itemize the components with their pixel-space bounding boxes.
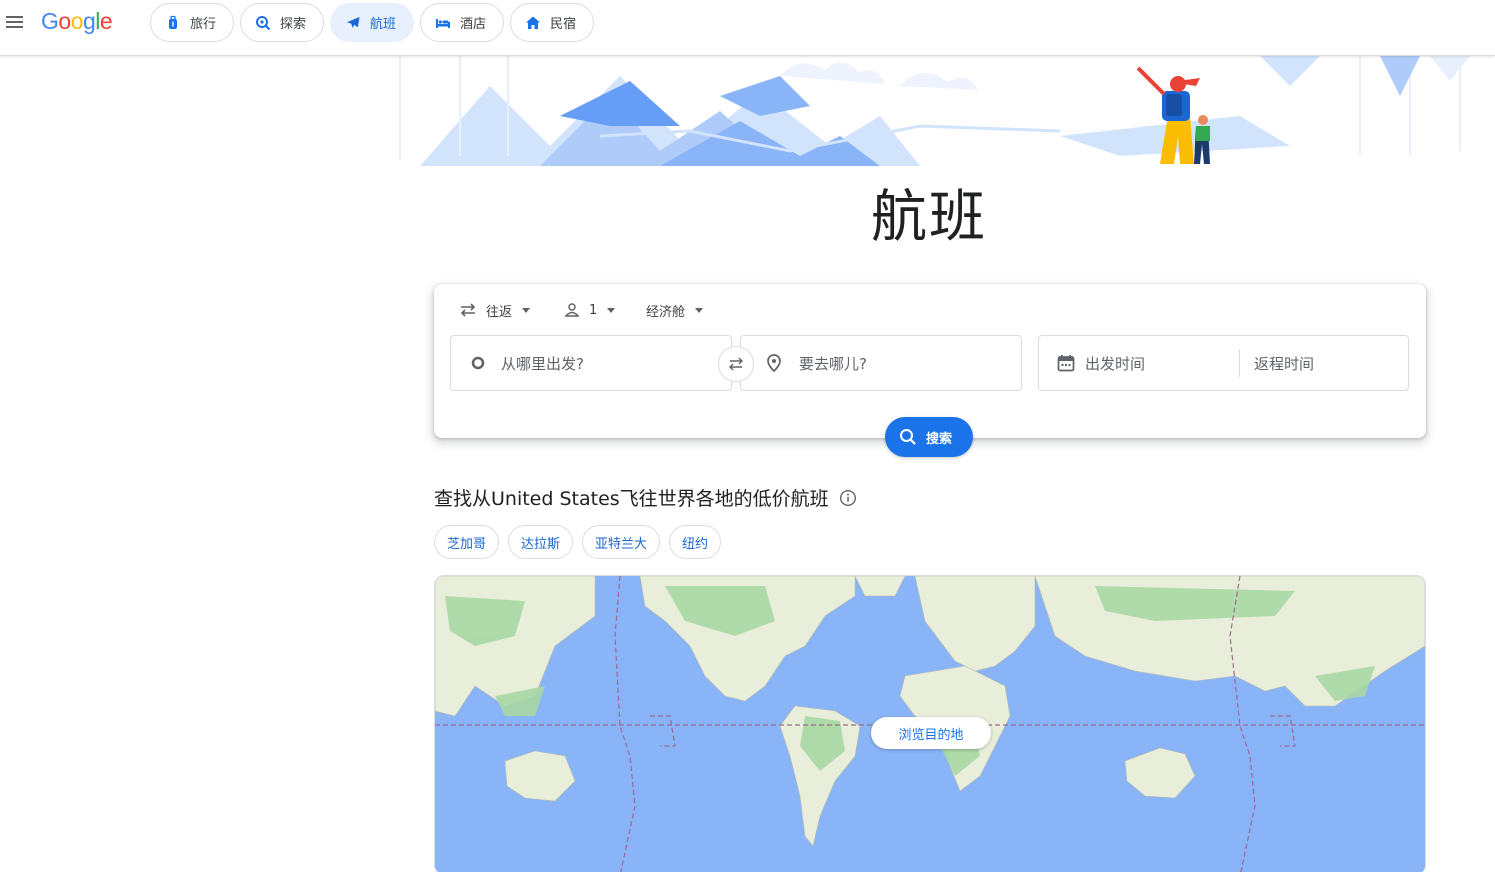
main-menu-icon[interactable] [4,11,26,33]
trip-type-value: 往返 [486,304,513,320]
chevron-down-icon [522,307,531,313]
date-range-input[interactable]: 出发时间 返程时间 [1038,335,1409,391]
city-chip-dallas[interactable]: 达拉斯 [508,525,574,559]
top-app-bar: Google 旅行 探索 航班 酒店 民宿 [0,0,1495,56]
origin-input[interactable]: 从哪里出发? [450,335,732,391]
nav-chip-label: 探索 [280,17,307,32]
bed-icon [436,18,451,28]
passenger-count-select[interactable]: 1 [564,300,616,320]
swap-origin-destination-button[interactable] [718,346,754,382]
explore-section-heading: 查找从United States飞往世界各地的低价航班 [434,484,857,511]
explore-search-icon [256,15,271,30]
calendar-icon [1057,355,1075,372]
google-logo[interactable]: Google [41,8,113,35]
person-icon [564,303,580,317]
passenger-count-value: 1 [589,302,598,318]
nav-chip-travel[interactable]: 旅行 [150,3,235,42]
destination-placeholder: 要去哪儿? [799,354,867,373]
swap-arrows-icon [460,303,476,317]
hero-illustration [399,56,1470,166]
date-field-divider [1239,349,1240,377]
world-map[interactable]: 浏览目的地 [434,575,1426,872]
flight-search-form: 往返 1 经济舱 从哪里出发? 要去哪儿? 出发时间 返程时间 [434,284,1426,438]
nav-chip-vacation-rentals[interactable]: 民宿 [510,3,595,42]
origin-circle-icon [471,356,485,370]
nav-chip-label: 民宿 [550,17,577,32]
search-icon [900,429,916,445]
explore-destinations-button[interactable]: 浏览目的地 [871,717,991,749]
city-chip-atlanta[interactable]: 亚特兰大 [582,525,661,559]
search-button[interactable]: 搜索 [885,417,973,457]
house-icon [526,16,541,29]
cabin-class-select[interactable]: 经济舱 [646,300,704,320]
city-chip-new-york[interactable]: 纽约 [669,525,722,559]
nav-chip-flights[interactable]: 航班 [330,3,415,42]
city-chip-list: 芝加哥 达拉斯 亚特兰大 纽约 [434,525,722,559]
city-chip-chicago[interactable]: 芝加哥 [434,525,500,559]
nav-chip-label: 旅行 [190,17,217,32]
nav-chip-explore[interactable]: 探索 [240,3,325,42]
location-pin-icon [767,354,781,372]
page-title: 航班 [871,185,987,250]
trip-type-select[interactable]: 往返 [459,300,531,320]
airplane-icon [347,16,360,28]
product-nav: 旅行 探索 航班 酒店 民宿 [150,3,595,42]
luggage-icon [169,15,177,29]
explore-section-title: 查找从United States飞往世界各地的低价航班 [434,488,829,510]
cabin-class-value: 经济舱 [646,304,686,320]
nav-chip-hotels[interactable]: 酒店 [420,3,505,42]
search-button-label: 搜索 [926,431,953,447]
info-icon[interactable] [839,489,857,507]
chevron-down-icon [695,307,704,313]
origin-placeholder: 从哪里出发? [501,354,584,373]
swap-horizontal-icon [729,357,743,371]
destination-input[interactable]: 要去哪儿? [740,335,1022,391]
nav-chip-label: 航班 [370,17,397,32]
depart-date-placeholder[interactable]: 出发时间 [1085,353,1239,374]
nav-chip-label: 酒店 [460,17,487,32]
return-date-placeholder[interactable]: 返程时间 [1254,353,1314,374]
chevron-down-icon [607,307,616,313]
